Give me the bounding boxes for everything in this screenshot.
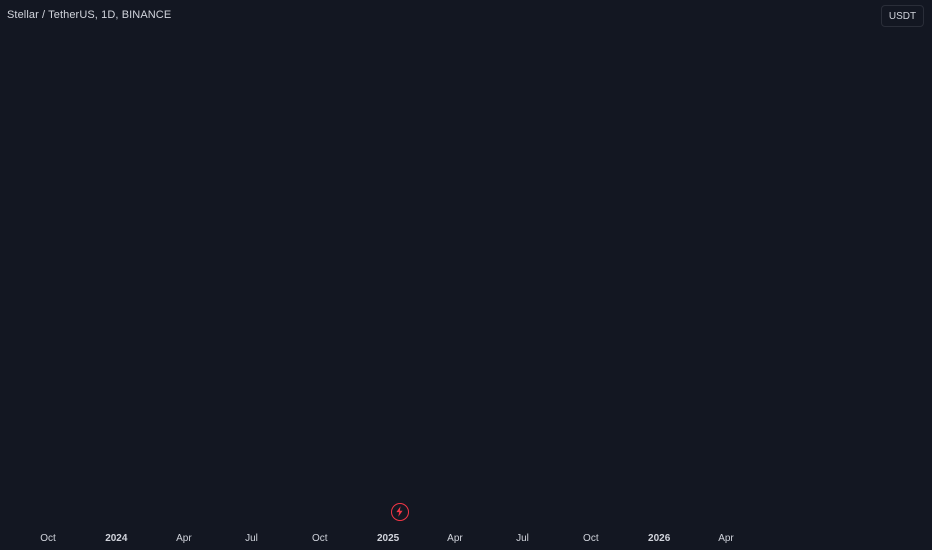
currency-button[interactable]: USDT <box>881 5 924 27</box>
x-tick-label: 2024 <box>105 533 128 544</box>
chart-window: 0.75000.65000.55000.45000.39000.33000.29… <box>0 0 932 550</box>
x-tick-label: Oct <box>583 533 599 544</box>
time-axis: Oct 2024 Apr Jul Oct 2025 Apr Jul Oct 2026 Apr <box>40 533 734 544</box>
lightning-icon[interactable] <box>391 503 409 521</box>
price-chart[interactable]: 0.75000.65000.55000.45000.39000.33000.29… <box>0 0 932 550</box>
x-tick-label: Jul <box>516 533 529 544</box>
x-tick-label: Oct <box>40 533 56 544</box>
chart-title: Stellar / TetherUS, 1D, BINANCE <box>7 9 172 21</box>
x-tick-label: Apr <box>176 533 192 544</box>
x-tick-label: Apr <box>718 533 734 544</box>
x-tick-label: 2025 <box>377 533 400 544</box>
x-tick-label: Apr <box>447 533 463 544</box>
x-tick-label: 2026 <box>648 533 671 544</box>
x-tick-label: Jul <box>245 533 258 544</box>
x-tick-label: Oct <box>312 533 328 544</box>
